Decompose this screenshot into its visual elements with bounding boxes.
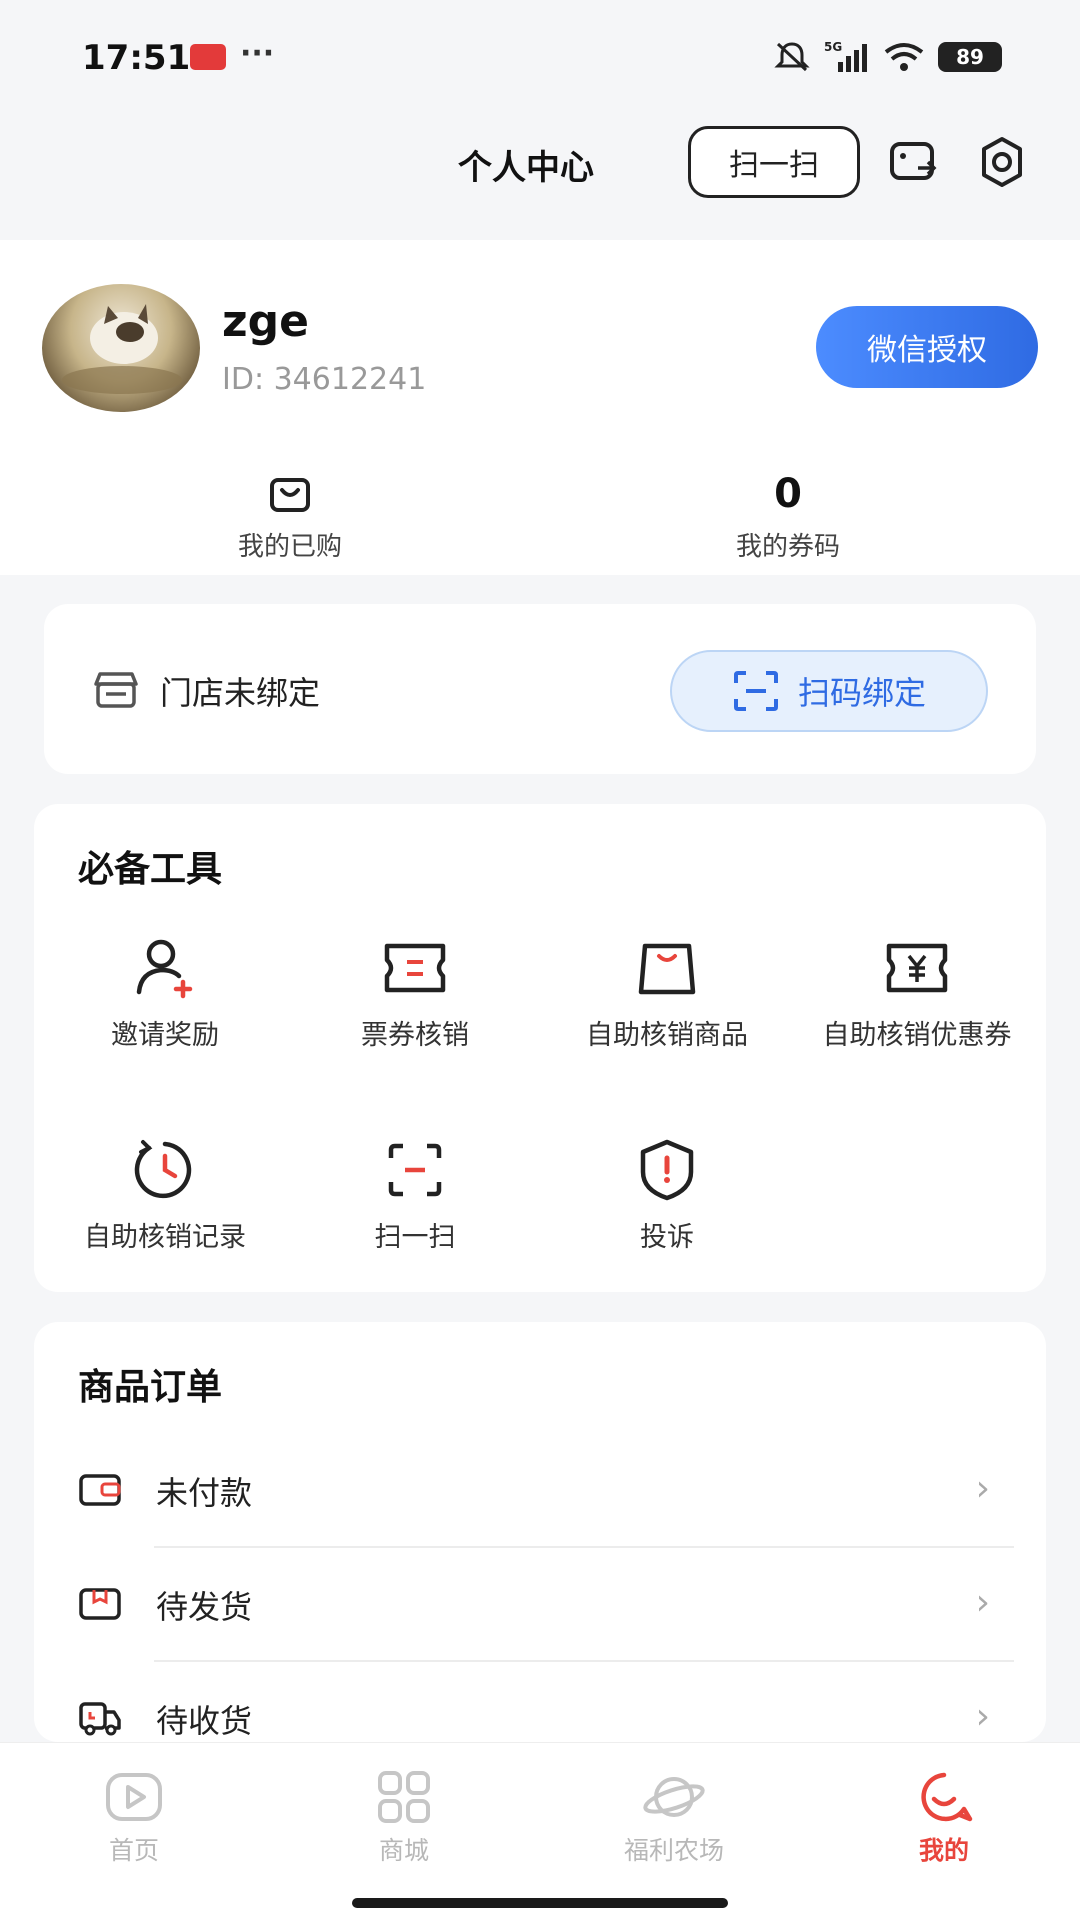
chevron-right-icon: › [975, 1468, 990, 1509]
signal-icon: 5G [824, 40, 867, 72]
status-bar: 17:51 ··· 5G 89 [0, 0, 1080, 110]
orders-card: 商品订单 未付款 › 待发货 › 待收货 › [34, 1322, 1046, 1742]
history-clock-icon [134, 1140, 192, 1199]
tool-complaint[interactable]: 投诉 [542, 1134, 792, 1258]
planet-icon [643, 1777, 705, 1817]
tool-label: 自助核销商品 [586, 1020, 748, 1051]
tool-label: 自助核销记录 [84, 1222, 246, 1253]
nav-label: 福利农场 [623, 1836, 724, 1865]
store-status-text: 门店未绑定 [160, 674, 321, 712]
wifi-icon [884, 43, 924, 71]
tool-ticket-verify[interactable]: 票券核销 [290, 932, 540, 1056]
chevron-right-icon: › [975, 1696, 990, 1737]
tool-self-verify-coupon[interactable]: 自助核销优惠券 [792, 932, 1042, 1056]
personal-center-page: 17:51 ··· 5G 89 个人中心 扫一扫 zge ID: 3461224… [0, 0, 1080, 1920]
chevron-right-icon: › [975, 1582, 990, 1623]
bag-icon [270, 478, 310, 512]
header-scan-button[interactable]: 扫一扫 [688, 126, 860, 198]
tool-scan[interactable]: 扫一扫 [290, 1134, 540, 1258]
order-row-to-ship[interactable]: 待发货 › [34, 1548, 1046, 1662]
purchased-stat[interactable]: 我的已购 [160, 470, 420, 563]
store-binding-card: 门店未绑定 扫码绑定 [44, 604, 1036, 774]
ticket-icon [384, 943, 446, 993]
coupon-yen-icon [886, 943, 948, 993]
tool-self-verify-records[interactable]: 自助核销记录 [40, 1134, 290, 1258]
page-header: 个人中心 扫一扫 [0, 110, 1080, 230]
user-name: zge [222, 296, 309, 347]
scan-icon [733, 671, 778, 711]
complaint-shield-icon [640, 1139, 694, 1201]
tool-self-verify-product[interactable]: 自助核销商品 [542, 932, 792, 1056]
tool-label: 自助核销优惠券 [822, 1020, 1012, 1051]
status-time: 17:51 [82, 38, 191, 78]
nav-item-mall[interactable]: 商城 [304, 1769, 504, 1867]
nav-item-mine[interactable]: 我的 [844, 1769, 1044, 1867]
wallet-icon [79, 1474, 121, 1506]
order-row-to-receive[interactable]: 待收货 › [34, 1662, 1046, 1742]
orders-title: 商品订单 [78, 1367, 223, 1408]
mute-icon [774, 42, 810, 72]
order-label: 待收货 [156, 1702, 253, 1740]
status-more-dots: ··· [240, 36, 275, 71]
nav-label: 首页 [108, 1836, 159, 1865]
nav-item-home[interactable]: 首页 [34, 1769, 234, 1867]
user-id: ID: 34612241 [222, 362, 427, 397]
tool-label: 投诉 [640, 1222, 694, 1253]
purchased-label: 我的已购 [237, 532, 342, 562]
package-icon [79, 1588, 121, 1620]
order-row-unpaid[interactable]: 未付款 › [34, 1434, 1046, 1548]
tools-title: 必备工具 [78, 849, 223, 890]
order-label: 未付款 [156, 1474, 253, 1512]
battery-icon: 89 [938, 42, 1002, 72]
bottom-nav: 首页 商城 福利农场 我的 [0, 1742, 1080, 1920]
tool-invite-reward[interactable]: 邀请奖励 [40, 932, 290, 1056]
app-notification-icon [190, 44, 226, 70]
order-label: 待发货 [156, 1588, 253, 1626]
tools-card: 必备工具 邀请奖励 票券核销 自助核销商品 自助核销优惠券 自助核销记录 扫一扫… [34, 804, 1046, 1292]
status-icons: 5G 89 [772, 40, 1002, 74]
settings-icon[interactable] [974, 134, 1030, 190]
page-title: 个人中心 [458, 148, 594, 188]
avatar[interactable] [42, 284, 200, 412]
tool-label: 扫一扫 [374, 1222, 456, 1253]
store-icon [94, 672, 138, 708]
nav-label: 商城 [378, 1836, 429, 1865]
wechat-auth-button[interactable]: 微信授权 [816, 306, 1038, 388]
card-switch-icon[interactable] [886, 134, 942, 190]
nav-label: 我的 [918, 1836, 969, 1865]
truck-icon [79, 1702, 121, 1736]
smile-profile-icon [921, 1772, 973, 1822]
tool-label: 邀请奖励 [111, 1020, 219, 1051]
grid-mall-icon [378, 1771, 430, 1823]
play-home-icon [106, 1773, 162, 1821]
profile-card: zge ID: 34612241 微信授权 我的已购 0 我的券码 [0, 240, 1080, 575]
invite-user-icon [136, 939, 193, 999]
avatar-cat-image [62, 304, 182, 394]
scan-bind-label: 扫码绑定 [797, 674, 926, 712]
scan-icon [388, 1143, 442, 1197]
network-label: 5G [824, 40, 842, 54]
nav-item-farm[interactable]: 福利农场 [574, 1769, 774, 1867]
coupon-code-stat[interactable]: 0 我的券码 [658, 470, 918, 563]
tool-label: 票券核销 [361, 1020, 469, 1051]
scan-bind-button[interactable]: 扫码绑定 [670, 650, 988, 732]
coupon-code-label: 我的券码 [735, 532, 840, 562]
product-bag-icon [638, 943, 696, 995]
coupon-code-count: 0 [774, 471, 802, 517]
home-indicator [352, 1898, 728, 1908]
